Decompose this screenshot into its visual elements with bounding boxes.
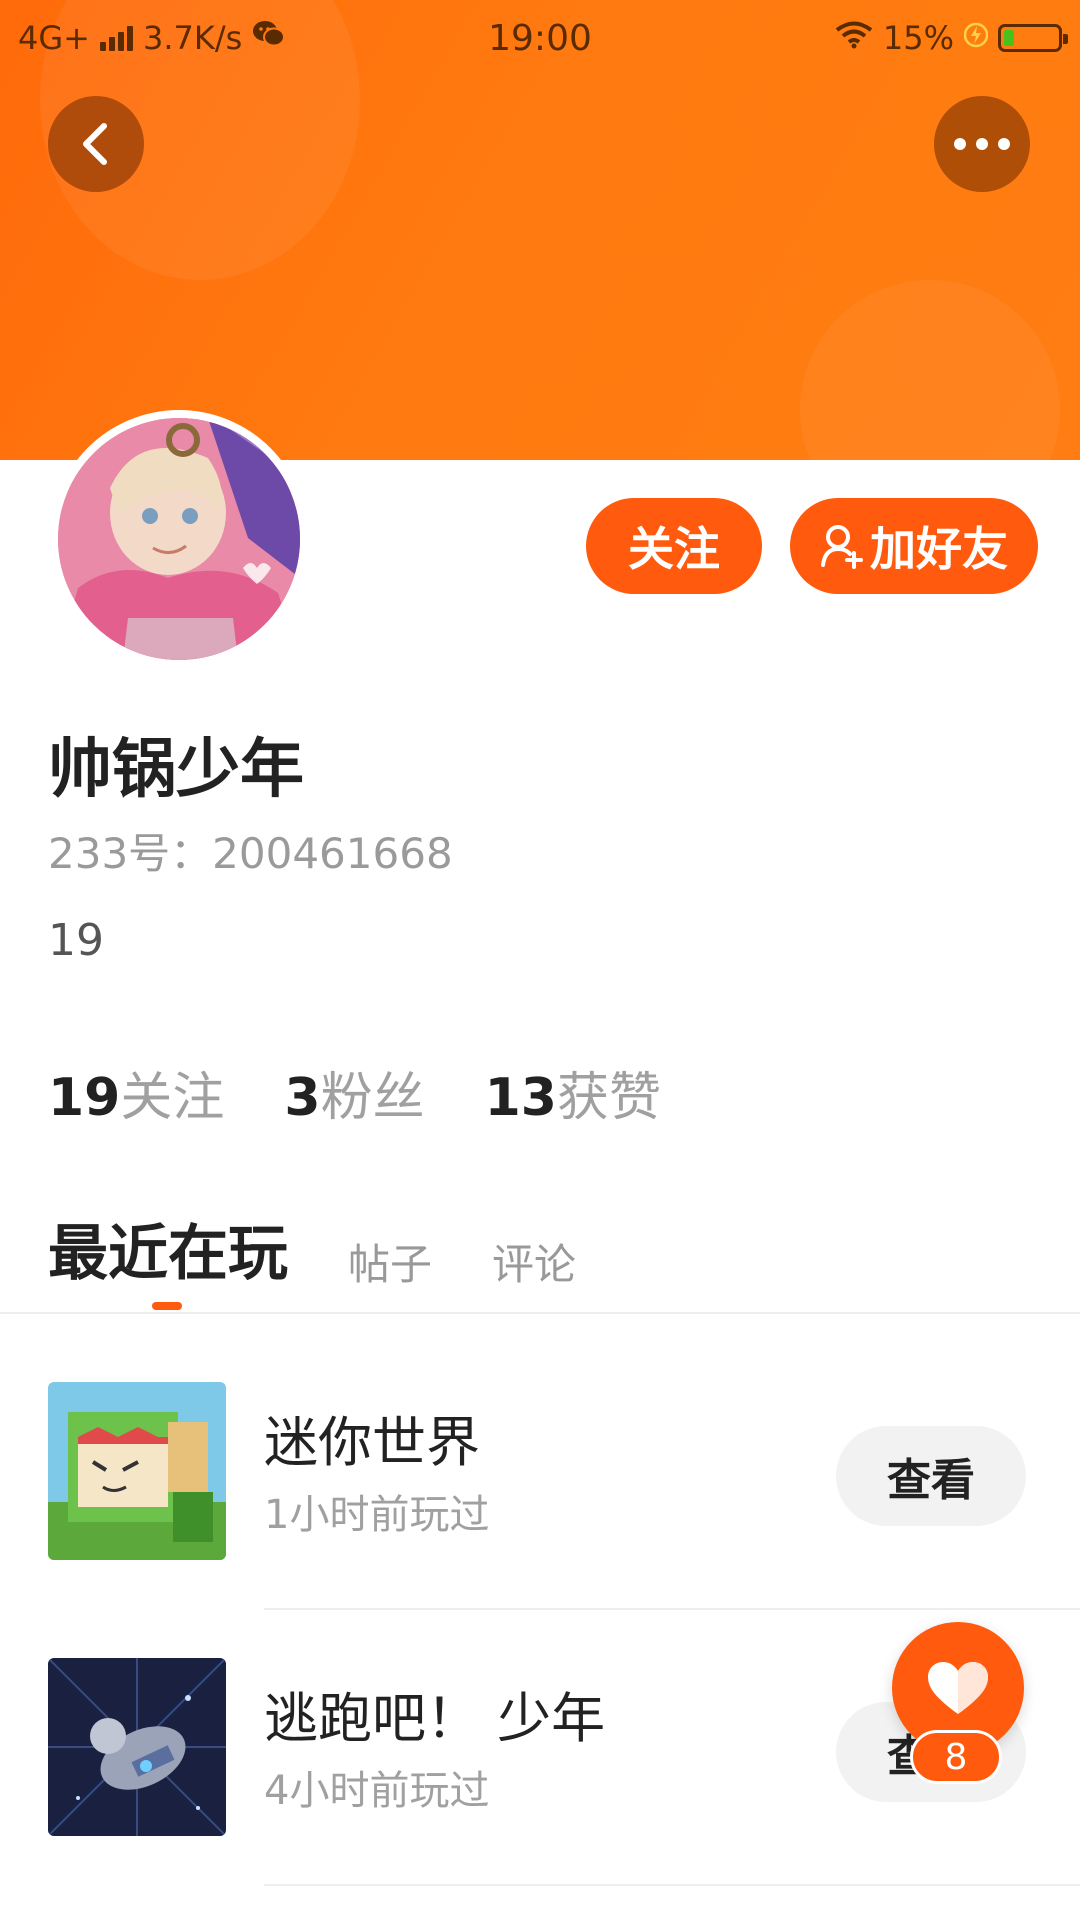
profile-tabs: 最近在玩 帖子 评论 [48, 1205, 576, 1292]
avatar-image [58, 418, 300, 660]
chevron-left-icon [83, 123, 107, 165]
user-plus-icon [821, 525, 863, 569]
bio: 19 [48, 915, 104, 966]
divider [0, 1312, 1080, 1314]
divider [264, 1608, 1080, 1610]
stat-followers[interactable]: 3粉丝 [284, 1055, 424, 1130]
more-button[interactable] [934, 96, 1030, 192]
follow-button[interactable]: 关注 [586, 498, 762, 594]
stat-label: 关注 [120, 1068, 225, 1128]
nickname: 帅锅少年 [48, 733, 304, 807]
network-speed: 3.7K/s [142, 19, 243, 57]
last-played: 1小时前玩过 [264, 1492, 490, 1538]
like-count-badge: 8 [910, 1730, 1002, 1784]
wechat-icon [252, 19, 286, 57]
list-item[interactable]: 迷你世界 1小时前玩过 查看 [0, 1340, 1080, 1616]
game-icon-mini-world [48, 1382, 226, 1560]
avatar[interactable] [50, 410, 308, 668]
stat-following[interactable]: 19关注 [48, 1055, 224, 1130]
divider [264, 1884, 1080, 1886]
add-friend-button-label: 加好友 [870, 522, 1008, 576]
view-button[interactable]: 查看 [836, 1426, 1026, 1526]
wifi-icon [835, 19, 873, 57]
banner-decoration [800, 280, 1060, 460]
battery-percent: 15% [882, 19, 954, 57]
game-title: 逃跑吧！ 少年 [264, 1687, 606, 1750]
tab-posts[interactable]: 帖子 [348, 1231, 432, 1292]
heart-icon [928, 1662, 988, 1714]
more-horizontal-icon [954, 138, 1010, 150]
stat-number: 3 [284, 1068, 321, 1128]
status-bar: 4G+ 3.7K/s 19:00 15% [0, 0, 1080, 76]
back-button[interactable] [48, 96, 144, 192]
stat-number: 19 [48, 1068, 121, 1128]
game-icon-escape-boy [48, 1658, 226, 1836]
charging-icon [963, 19, 989, 57]
user-id: 233号：200461668 [48, 829, 453, 878]
signal-icon [99, 25, 133, 51]
profile-stats: 19关注 3粉丝 13获赞 [48, 1055, 661, 1130]
user-profile-page: 4G+ 3.7K/s 19:00 15% 关注 加好友 帅锅少年 233号：20… [0, 0, 1080, 1920]
game-title: 迷你世界 [264, 1411, 480, 1474]
stat-label: 获赞 [556, 1068, 661, 1128]
last-played: 4小时前玩过 [264, 1768, 490, 1814]
stat-number: 13 [484, 1068, 557, 1128]
network-type: 4G+ [18, 19, 90, 57]
tab-comments[interactable]: 评论 [492, 1231, 576, 1292]
stat-label: 粉丝 [320, 1068, 425, 1128]
add-friend-button[interactable]: 加好友 [790, 498, 1038, 594]
stat-likes[interactable]: 13获赞 [485, 1055, 661, 1130]
follow-button-label: 关注 [628, 522, 720, 576]
tab-recently-played[interactable]: 最近在玩 [48, 1205, 288, 1292]
battery-icon [998, 24, 1068, 52]
active-tab-indicator [152, 1302, 182, 1310]
